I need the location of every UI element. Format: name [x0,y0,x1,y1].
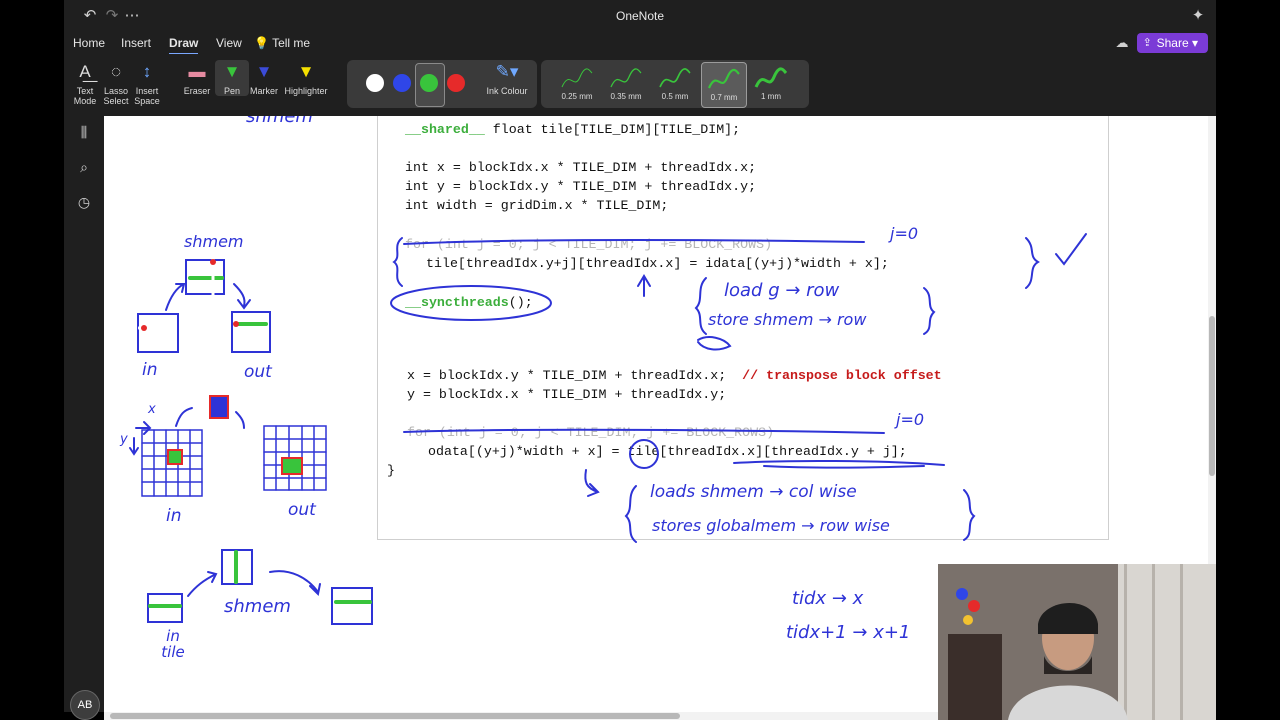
left-nav-rail: ⫼ ⌕ ◷ AB [64,116,104,720]
width-label-5: 1 mm [761,92,781,101]
horizontal-scroll-thumb[interactable] [110,713,680,719]
note-stores-row: stores globalmem → row wise [652,516,890,535]
menu-tell-me[interactable]: 💡 Tell me [254,36,310,50]
recent-icon[interactable]: ◷ [74,192,94,212]
color-blue[interactable] [393,74,411,92]
ink-colour-label: Ink Colour [486,86,528,96]
note-shmem-1: shmem [184,232,244,251]
insert-space-icon: ↕ [142,62,152,81]
tell-me-label: Tell me [272,36,311,50]
search-icon[interactable]: ⌕ [74,157,94,177]
sparkle-icon[interactable]: ✦ [1188,6,1208,26]
marker-label: Marker [249,86,278,96]
note-shmem-2: shmem [224,596,291,617]
menu-bar: Home Insert Draw View 💡 Tell me ☁ ⇪ Share… [64,32,1216,55]
highlighter-button[interactable]: ▼ Highlighter [284,60,328,96]
color-red[interactable] [447,74,465,92]
menu-insert[interactable]: Insert [121,36,151,50]
pen-label: Pen [223,86,240,96]
webcam-overlay [938,564,1216,720]
share-label: Share [1156,36,1189,50]
text-cursor-icon: A͟ [79,62,91,81]
menu-view[interactable]: View [216,36,242,50]
note-top-shmem: shmem [246,116,313,127]
text-mode-label: Text Mode [73,86,97,106]
right-margin [1216,0,1280,720]
vertical-scroll-thumb[interactable] [1209,316,1215,476]
text-mode-button[interactable]: A͟ Text Mode [68,60,102,106]
note-j0-a: j=0 [890,224,919,243]
width-option-4[interactable]: 0.7 mm [701,62,747,108]
sync-icon[interactable]: ☁ [1112,33,1132,53]
note-load-row: load g → row [724,280,840,301]
insert-space-label: Insert Space [134,86,160,106]
width-option-2[interactable]: 0.35 mm [604,62,648,106]
title-bar: ↶ ↷ ⋯ OneNote ✦ [64,0,1216,32]
menu-draw[interactable]: Draw [169,36,199,55]
eraser-label: Eraser [183,86,211,96]
insert-space-button[interactable]: ↕ Insert Space [130,60,164,106]
highlighter-label: Highlighter [284,86,328,96]
note-y-axis: y [120,432,128,447]
marker-icon: ▼ [255,62,273,81]
note-j0-b: j=0 [896,410,925,429]
pen-icon: ▼ [223,62,241,81]
share-icon: ⇪ [1142,37,1152,49]
note-store-row: store shmem → row [708,310,867,329]
width-option-1[interactable]: 0.25 mm [555,62,599,106]
note-loads-col: loads shmem → col wise [650,482,857,502]
width-label-3: 0.5 mm [661,92,689,101]
width-label-1: 0.25 mm [561,92,593,101]
note-in-2: in [166,506,182,526]
marker-button[interactable]: ▼ Marker [247,60,281,96]
eraser-button[interactable]: ▬ Eraser [180,60,214,96]
note-in-1: in [142,360,158,380]
note-out-1: out [244,362,272,382]
ink-colour-icon: ✎▾ [495,62,519,81]
note-out-2: out [288,500,316,520]
width-option-3[interactable]: 0.5 mm [653,62,697,106]
width-label-4: 0.7 mm [710,93,738,102]
webcam-scene [938,564,1216,720]
pen-color-palette: ✎▾ Ink Colour [347,60,537,108]
note-tidx-1: tidx → x [792,588,864,609]
width-option-5[interactable]: 1 mm [749,62,793,106]
share-button[interactable]: ⇪ Share ▾ [1136,33,1208,53]
draw-ribbon: A͟ Text Mode ◌ Lasso Select ↕ Insert Spa… [64,54,1216,117]
note-tidx-2: tidx+1 → x+1 [786,622,911,643]
color-white[interactable] [366,74,384,92]
highlighter-icon: ▼ [297,62,315,81]
user-avatar[interactable]: AB [70,690,100,720]
note-in-tile: in tile [161,627,185,661]
ink-colour-button[interactable]: ✎▾ Ink Colour [485,60,529,96]
notebooks-icon[interactable]: ⫼ [74,122,94,142]
note-x-axis: x [148,402,156,417]
lasso-icon: ◌ [110,62,122,81]
menu-home[interactable]: Home [73,36,105,50]
pen-width-options: 0.25 mm 0.35 mm 0.5 mm 0.7 mm 1 mm [541,60,809,108]
color-green[interactable] [420,74,438,92]
width-label-2: 0.35 mm [610,92,642,101]
eraser-icon: ▬ [188,62,206,81]
lasso-select-button[interactable]: ◌ Lasso Select [99,60,133,106]
app-title: OneNote [615,9,665,23]
lightbulb-icon: 💡 [254,36,269,50]
pen-button[interactable]: ▼ Pen [215,60,249,96]
lasso-label: Lasso Select [103,86,129,106]
